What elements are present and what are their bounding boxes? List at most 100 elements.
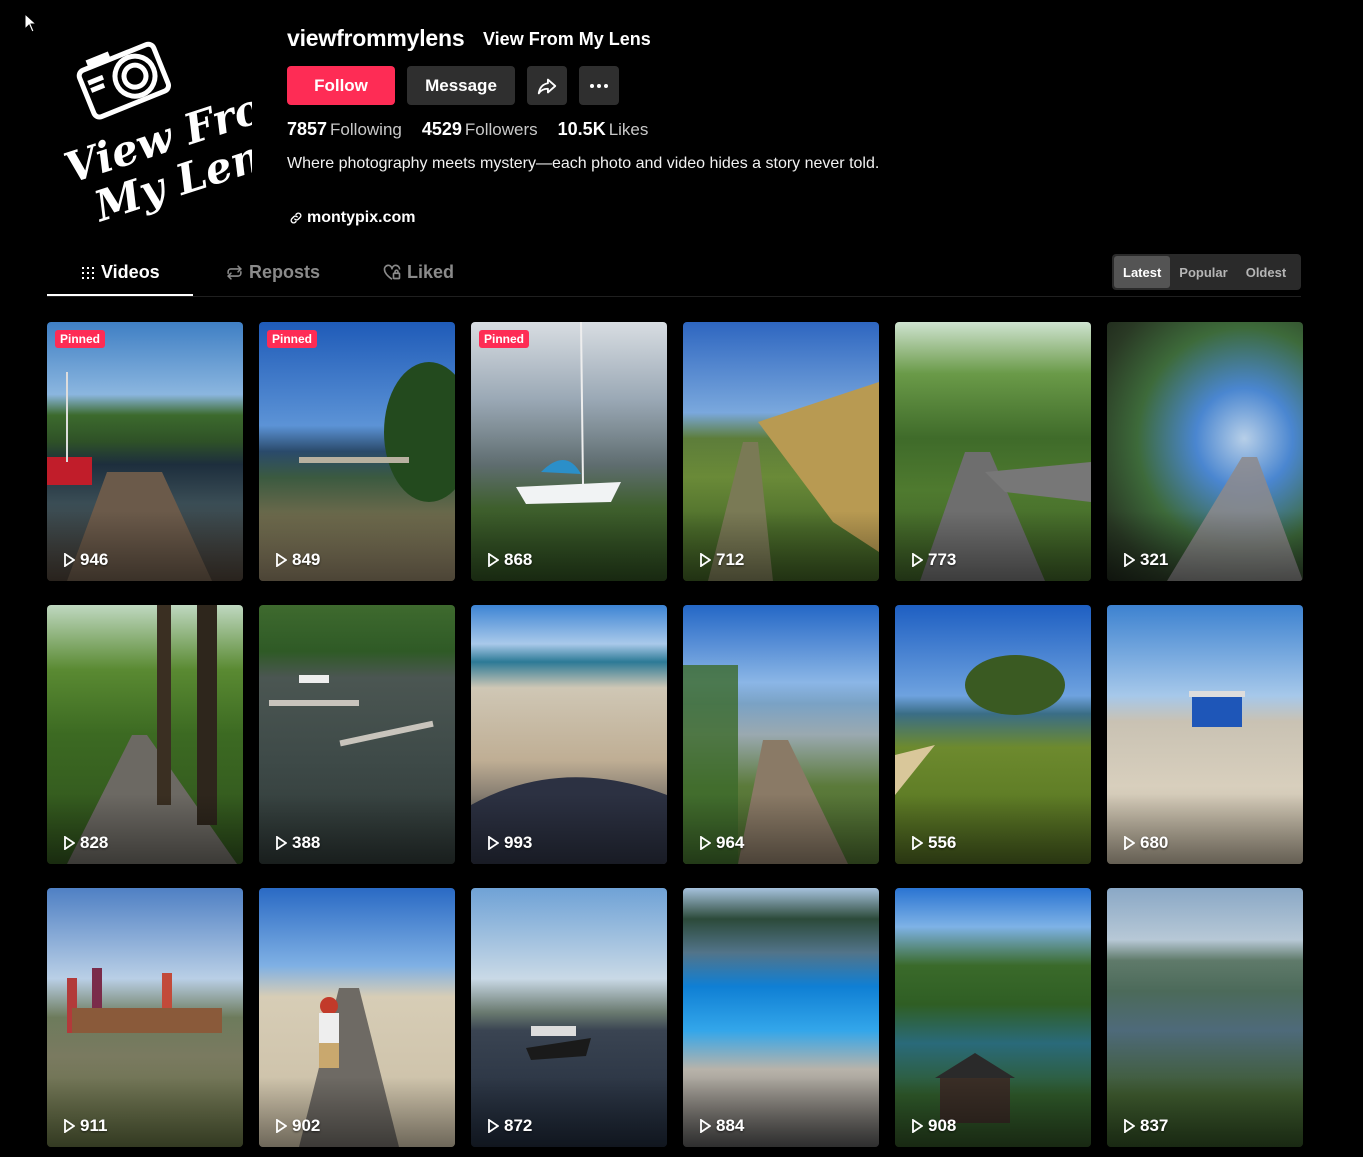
play-icon [488,836,499,850]
view-count: 828 [63,833,108,853]
view-count: 964 [699,833,744,853]
view-count-text: 388 [292,833,321,852]
view-count: 712 [699,550,744,570]
play-icon [488,1119,499,1133]
profile-link-text: montypix.com [307,209,416,226]
video-card[interactable]: 388 [259,605,455,864]
tabs-divider [47,296,1301,297]
follow-button[interactable]: Follow [287,66,395,105]
video-card[interactable]: Pinned 849 [259,322,455,581]
view-count-text: 828 [80,833,109,852]
video-grid: Pinned 946 Pinned 849 Pinned 868 712 773… [47,322,1303,1147]
play-icon [912,836,923,850]
view-count-text: 773 [928,550,957,569]
view-count-text: 964 [716,833,745,852]
play-icon [276,836,287,850]
sort-switcher: Latest Popular Oldest [1112,254,1301,290]
view-count: 908 [911,1116,956,1136]
view-count-text: 884 [716,1116,745,1135]
video-card[interactable]: 993 [471,605,667,864]
followers-stat[interactable]: 4529 Followers [422,119,538,140]
view-count: 911 [63,1116,107,1136]
video-card[interactable]: 321 [1107,322,1303,581]
view-count-text: 837 [1140,1116,1169,1135]
view-count-text: 911 [80,1116,108,1135]
tab-videos-label: Videos [101,262,160,282]
video-card[interactable]: 680 [1107,605,1303,864]
active-tab-indicator [47,294,193,296]
play-icon [1124,553,1135,567]
tab-liked[interactable]: Liked [383,262,454,283]
camera-logo-icon: View From My Lens [59,41,311,232]
view-count-text: 868 [504,550,533,569]
video-card[interactable]: 964 [683,605,879,864]
play-icon [488,553,499,567]
likes-stat: 10.5K Likes [557,119,649,139]
play-icon [700,836,711,850]
sort-latest[interactable]: Latest [1114,256,1171,288]
video-card[interactable]: 837 [1107,888,1303,1147]
profile-avatar[interactable]: View From My Lens [52,26,311,232]
play-icon [912,553,923,567]
display-name: View From My Lens [483,29,651,49]
pinned-badge: Pinned [267,330,318,348]
repost-icon [227,265,242,280]
video-card[interactable]: 828 [47,605,243,864]
video-card[interactable]: 773 [895,322,1091,581]
tab-liked-label: Liked [407,262,455,282]
video-card[interactable]: 911 [47,888,243,1147]
share-icon [537,78,557,94]
view-count-text: 946 [80,550,109,569]
message-button[interactable]: Message [407,66,515,105]
sort-oldest[interactable]: Oldest [1237,256,1295,288]
more-dots-icon [590,83,608,88]
view-count-text: 680 [1140,833,1169,852]
play-icon [64,836,75,850]
sort-popular[interactable]: Popular [1170,256,1236,288]
view-count: 872 [487,1116,532,1136]
view-count: 837 [1123,1116,1168,1136]
play-icon [276,1119,287,1133]
following-stat[interactable]: 7857 Following [287,119,402,140]
more-options-button[interactable] [579,66,619,105]
mouse-cursor-icon [24,13,38,33]
view-count: 884 [699,1116,744,1136]
video-card[interactable]: 556 [895,605,1091,864]
video-card[interactable]: 902 [259,888,455,1147]
play-icon [700,1119,711,1133]
play-icon [1124,1119,1135,1133]
view-count: 321 [1123,550,1168,570]
video-card[interactable]: 884 [683,888,879,1147]
profile-link[interactable]: montypix.com [289,209,415,227]
pinned-badge: Pinned [479,330,530,348]
play-icon [912,1119,923,1133]
tab-reposts[interactable]: Reposts [226,262,320,283]
view-count-text: 993 [504,833,533,852]
view-count-text: 849 [292,550,321,569]
view-count: 868 [487,550,532,570]
view-count: 556 [911,833,956,853]
video-card[interactable]: 872 [471,888,667,1147]
view-count: 680 [1123,833,1168,853]
profile-stats: 7857 Following 4529 Followers 10.5K Likes [287,119,648,140]
profile-bio: Where photography meets mystery—each pho… [287,155,880,172]
play-icon [1124,836,1135,850]
share-button[interactable] [527,66,567,105]
view-count-text: 902 [292,1116,321,1135]
link-icon [290,212,302,224]
video-card[interactable]: Pinned 868 [471,322,667,581]
play-icon [700,553,711,567]
video-card[interactable]: 908 [895,888,1091,1147]
video-card[interactable]: Pinned 946 [47,322,243,581]
tab-reposts-label: Reposts [249,262,321,282]
grid-icon [82,266,94,279]
tab-videos[interactable]: Videos [81,262,160,283]
play-icon [64,1119,75,1133]
username: viewfrommylens [287,25,465,51]
heart-lock-icon [383,264,401,280]
video-card[interactable]: 712 [683,322,879,581]
view-count: 902 [275,1116,320,1136]
view-count: 849 [275,550,320,570]
play-icon [64,553,75,567]
view-count: 946 [63,550,108,570]
